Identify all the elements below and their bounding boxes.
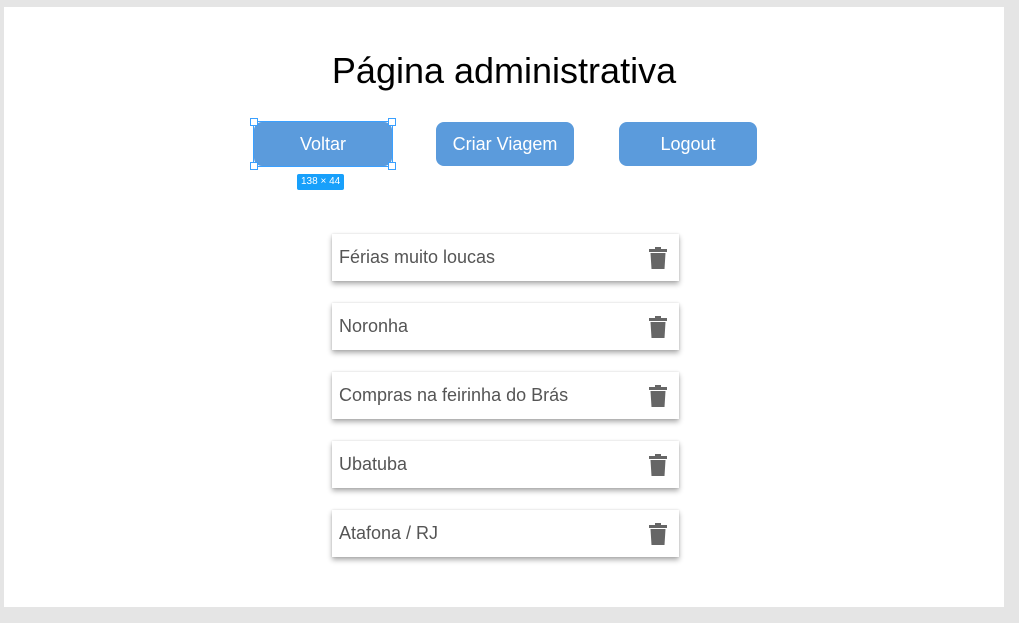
logout-button[interactable]: Logout — [619, 122, 757, 166]
trip-name: Ubatuba — [339, 454, 408, 474]
back-button[interactable]: Voltar — [254, 122, 392, 166]
trip-list-item: Atafona / RJ — [332, 510, 679, 557]
trash-icon[interactable] — [647, 245, 669, 271]
trash-icon[interactable] — [647, 452, 669, 478]
trip-name: Férias muito loucas — [339, 247, 496, 267]
create-trip-button[interactable]: Criar Viagem — [436, 122, 574, 166]
trip-name: Compras na feirinha do Brás — [339, 385, 569, 405]
page-title: Página administrativa — [331, 50, 677, 91]
trash-icon[interactable] — [647, 314, 669, 340]
trip-list-item: Férias muito loucas — [332, 234, 679, 281]
trip-name: Noronha — [339, 316, 409, 336]
trip-list-item: Ubatuba — [332, 441, 679, 488]
trash-icon[interactable] — [647, 521, 669, 547]
trash-icon[interactable] — [647, 383, 669, 409]
trip-list-item: Noronha — [332, 303, 679, 350]
page-canvas: Página administrativa Voltar Criar Viage… — [4, 7, 1004, 607]
trip-list-item: Compras na feirinha do Brás — [332, 372, 679, 419]
trip-name: Atafona / RJ — [339, 523, 439, 543]
trip-list: Férias muito loucas Noronha Compras na f… — [332, 234, 679, 579]
size-badge: 138 × 44 — [297, 174, 345, 190]
